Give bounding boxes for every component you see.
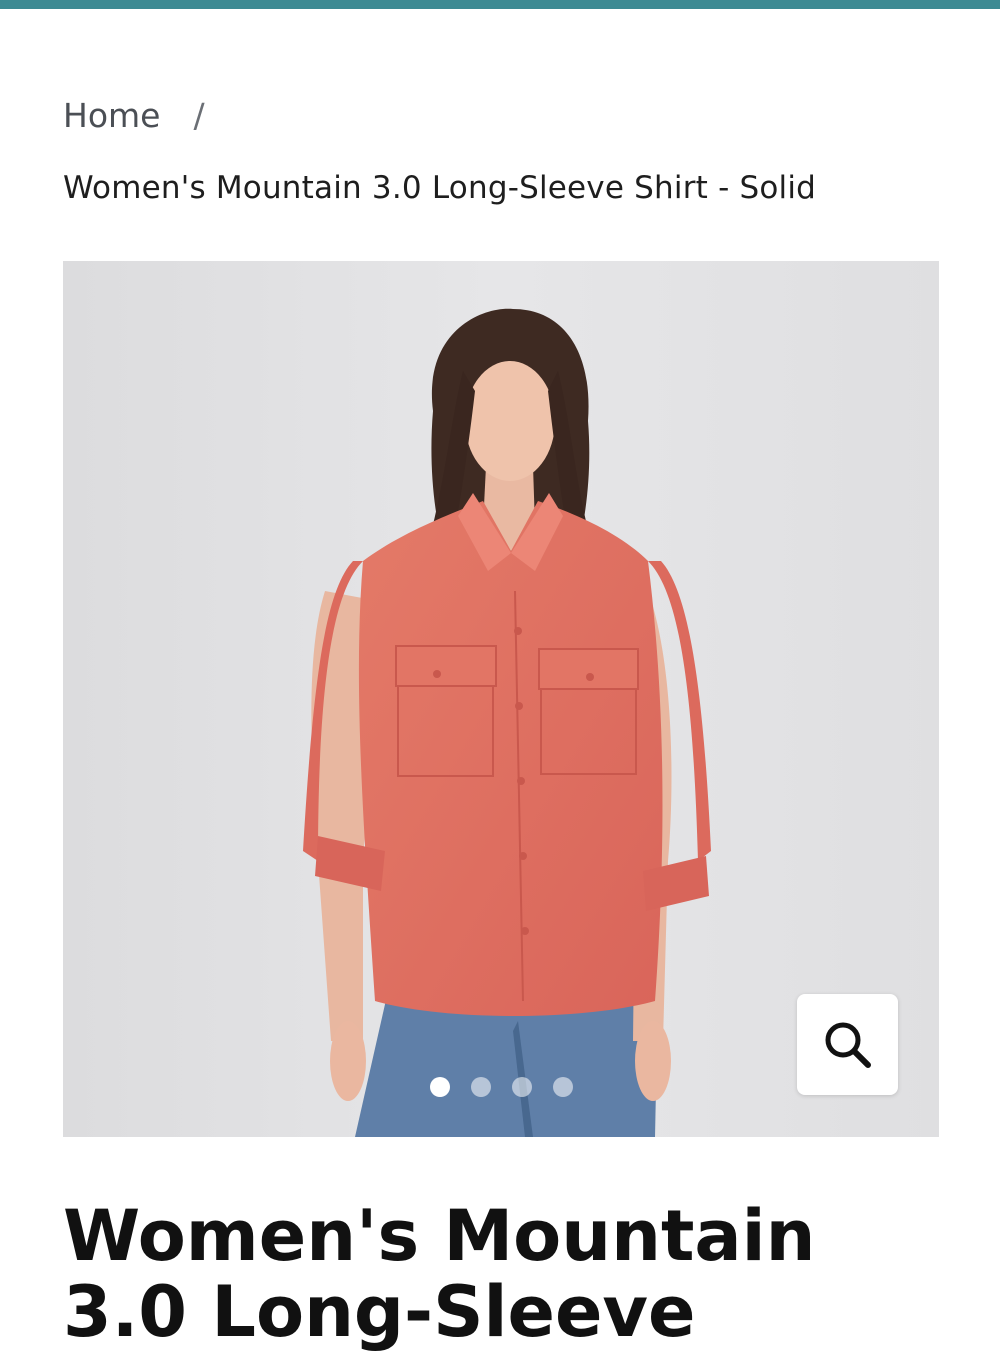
top-accent-bar (0, 0, 1000, 9)
gallery-dot-3[interactable] (511, 1077, 532, 1097)
breadcrumb-home-link[interactable]: Home (63, 96, 160, 135)
gallery-dot-4[interactable] (552, 1077, 573, 1097)
gallery-dot-1[interactable] (429, 1077, 450, 1097)
search-icon (825, 1022, 871, 1068)
product-title: Women's Mountain 3.0 Long-Sleeve (63, 1195, 816, 1353)
breadcrumb-separator: / (193, 96, 205, 135)
breadcrumb: Home / (63, 96, 205, 135)
gallery-pagination (63, 1077, 939, 1097)
breadcrumb-current: Women's Mountain 3.0 Long-Sleeve Shirt -… (63, 170, 817, 206)
product-image-gallery[interactable] (63, 261, 939, 1137)
gallery-dot-2[interactable] (470, 1077, 491, 1097)
